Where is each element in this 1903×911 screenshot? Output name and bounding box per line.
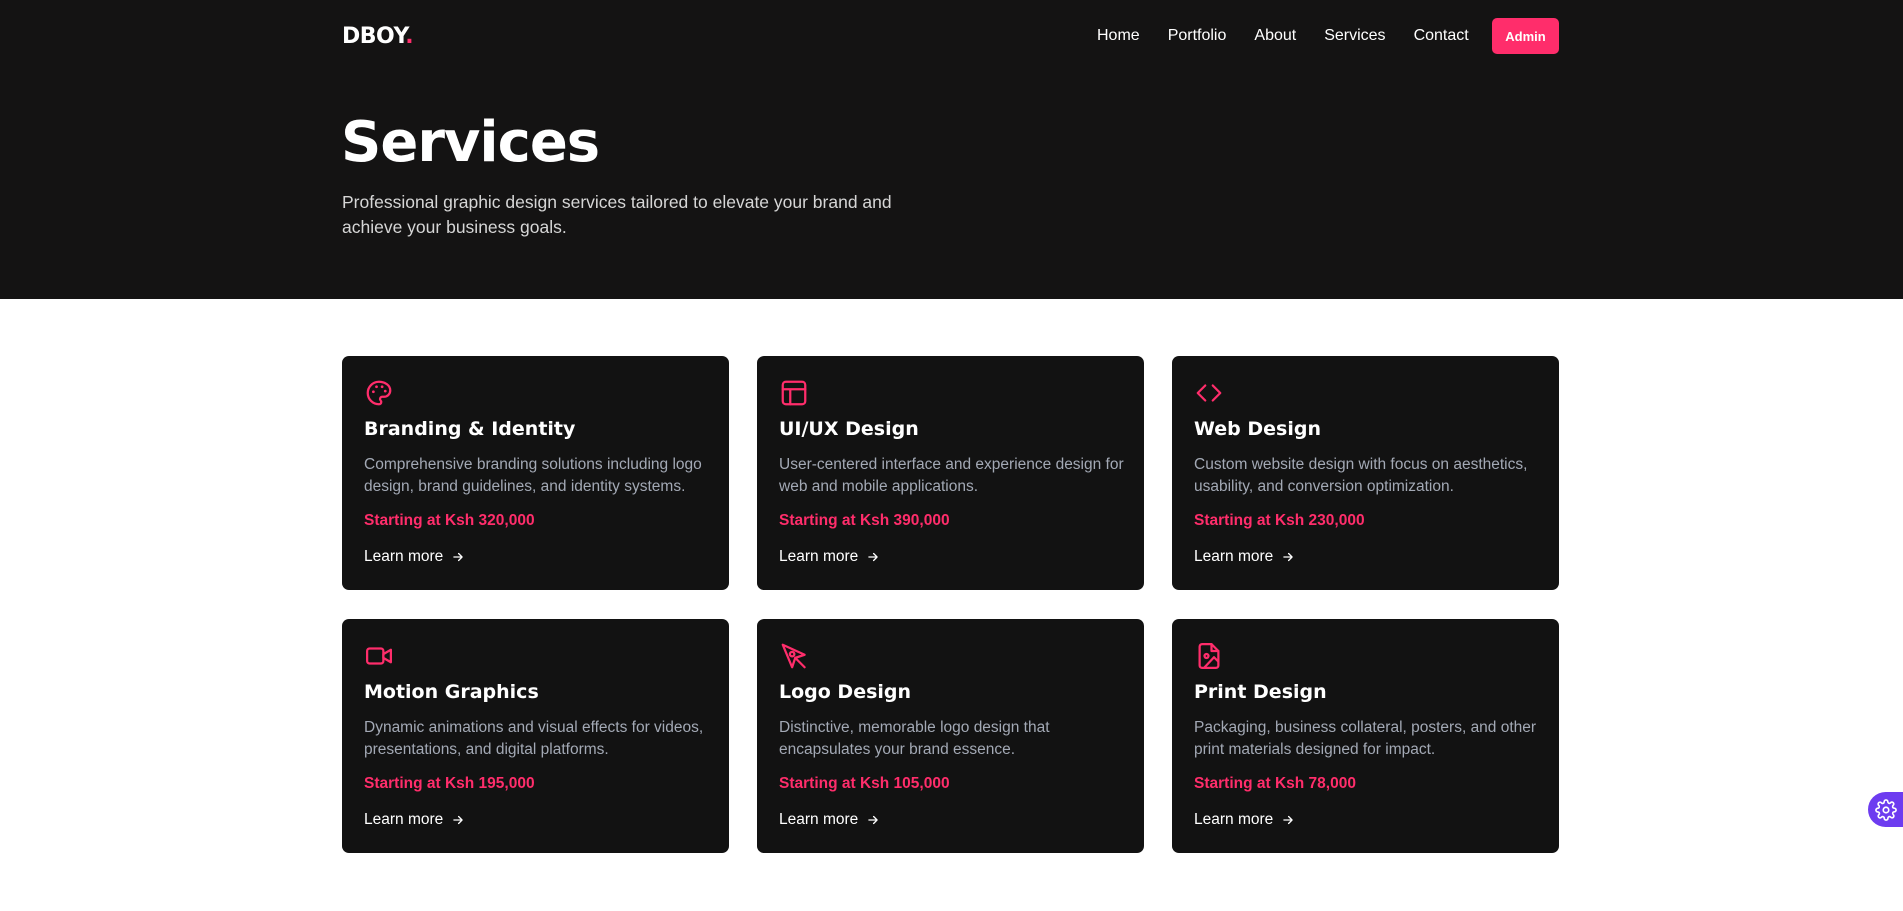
- learn-more-label: Learn more: [779, 548, 859, 565]
- learn-more-link[interactable]: Learn more: [779, 811, 880, 829]
- palette-icon: [364, 378, 394, 408]
- arrow-right-icon: [866, 550, 880, 564]
- arrow-right-icon: [451, 813, 465, 827]
- service-card-logo: Logo Design Distinctive, memorable logo …: [757, 619, 1144, 853]
- service-price: Starting at Ksh 105,000: [779, 775, 950, 792]
- service-title: Web Design: [1194, 418, 1321, 440]
- nav-contact[interactable]: Contact: [1414, 26, 1469, 46]
- learn-more-link[interactable]: Learn more: [364, 548, 465, 566]
- service-description: Comprehensive branding solutions includi…: [364, 456, 702, 495]
- service-price: Starting at Ksh 78,000: [1194, 775, 1356, 792]
- hero-section: DBOY. Home Portfolio About Services Cont…: [0, 0, 1903, 299]
- logo-dot: .: [405, 24, 414, 49]
- learn-more-link[interactable]: Learn more: [364, 811, 465, 829]
- nav-about[interactable]: About: [1254, 26, 1296, 46]
- settings-fab[interactable]: [1868, 792, 1903, 827]
- arrow-right-icon: [1281, 550, 1295, 564]
- learn-more-label: Learn more: [1194, 811, 1274, 828]
- page-title: Services: [341, 110, 600, 175]
- admin-button[interactable]: Admin: [1492, 18, 1559, 54]
- service-price: Starting at Ksh 320,000: [364, 512, 535, 529]
- logo-text: DBOY: [342, 24, 406, 49]
- arrow-right-icon: [451, 550, 465, 564]
- service-card-print: Print Design Packaging, business collate…: [1172, 619, 1559, 853]
- service-description: Custom website design with focus on aest…: [1194, 456, 1528, 495]
- service-title: Logo Design: [779, 681, 912, 703]
- layout-icon: [779, 378, 809, 408]
- file-image-icon: [1194, 641, 1224, 671]
- service-card-motion: Motion Graphics Dynamic animations and v…: [342, 619, 729, 853]
- site-logo[interactable]: DBOY.: [342, 24, 414, 49]
- learn-more-link[interactable]: Learn more: [1194, 548, 1295, 566]
- video-camera-icon: [364, 641, 394, 671]
- service-description: Distinctive, memorable logo design that …: [779, 719, 1050, 758]
- services-grid: Branding & Identity Comprehensive brandi…: [342, 356, 1559, 853]
- learn-more-link[interactable]: Learn more: [779, 548, 880, 566]
- learn-more-label: Learn more: [364, 811, 444, 828]
- learn-more-label: Learn more: [779, 811, 859, 828]
- nav-home[interactable]: Home: [1097, 26, 1140, 46]
- code-icon: [1194, 378, 1224, 408]
- service-card-web: Web Design Custom website design with fo…: [1172, 356, 1559, 590]
- arrow-right-icon: [866, 813, 880, 827]
- main-nav: Home Portfolio About Services Contact: [1097, 26, 1469, 46]
- service-title: UI/UX Design: [779, 418, 919, 440]
- service-title: Print Design: [1194, 681, 1327, 703]
- arrow-right-icon: [1281, 813, 1295, 827]
- learn-more-label: Learn more: [1194, 548, 1274, 565]
- service-price: Starting at Ksh 390,000: [779, 512, 950, 529]
- service-description: Dynamic animations and visual effects fo…: [364, 719, 704, 758]
- pen-tool-icon: [779, 641, 809, 671]
- service-title: Branding & Identity: [364, 418, 576, 440]
- service-card-uiux: UI/UX Design User-centered interface and…: [757, 356, 1144, 590]
- service-description: Packaging, business collateral, posters,…: [1194, 719, 1537, 758]
- service-title: Motion Graphics: [364, 681, 539, 703]
- nav-services[interactable]: Services: [1324, 26, 1385, 46]
- service-card-branding: Branding & Identity Comprehensive brandi…: [342, 356, 729, 590]
- page-subtitle: Professional graphic design services tai…: [342, 192, 892, 237]
- nav-portfolio[interactable]: Portfolio: [1168, 26, 1227, 46]
- service-description: User-centered interface and experience d…: [779, 456, 1124, 495]
- learn-more-label: Learn more: [364, 548, 444, 565]
- gear-icon: [1874, 798, 1897, 821]
- learn-more-link[interactable]: Learn more: [1194, 811, 1295, 829]
- service-price: Starting at Ksh 195,000: [364, 775, 535, 792]
- service-price: Starting at Ksh 230,000: [1194, 512, 1365, 529]
